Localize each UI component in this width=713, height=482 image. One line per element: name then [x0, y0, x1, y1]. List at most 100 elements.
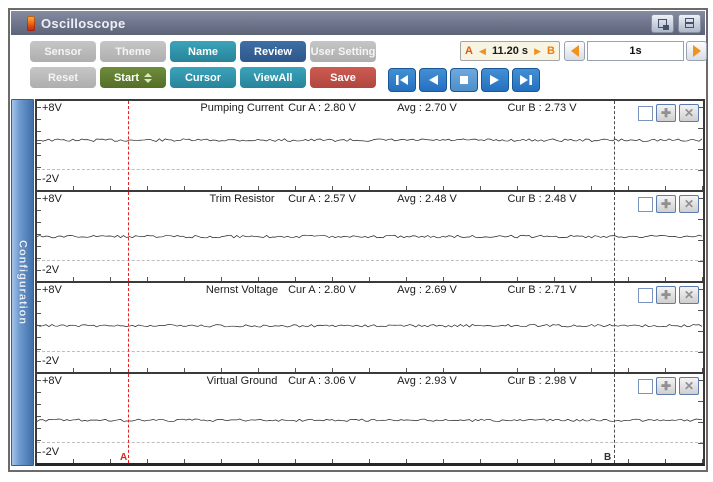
- zero-gridline: [37, 350, 703, 352]
- waveform-trace: [37, 234, 703, 239]
- titlebar: Oscilloscope: [11, 11, 705, 35]
- channel-panel-virtual-ground: +8V Virtual Ground Cur A : 3.06 V Avg : …: [37, 372, 703, 463]
- zoom-channel-button[interactable]: ✚: [656, 104, 676, 122]
- channel-select-checkbox[interactable]: [638, 378, 653, 394]
- cursor-b-tag: B: [547, 45, 555, 57]
- cursor-b-line[interactable]: [614, 101, 615, 190]
- close-channel-button[interactable]: ✕: [679, 104, 699, 122]
- cursor-a-line[interactable]: [128, 283, 129, 372]
- tile-windows-button[interactable]: [678, 13, 701, 33]
- viewall-button[interactable]: ViewAll: [240, 67, 306, 88]
- theme-button[interactable]: Theme: [100, 41, 166, 62]
- step-back-button[interactable]: [419, 68, 447, 92]
- y-min-label: -2V: [42, 264, 60, 276]
- cursor-a-line[interactable]: [128, 192, 129, 281]
- cursor-a-value: Cur A : 2.80 V: [288, 284, 356, 296]
- main-area: Configuration +8V Pumping Current Cur A …: [11, 99, 705, 468]
- configuration-tab[interactable]: Configuration: [11, 99, 34, 466]
- zoom-channel-button[interactable]: ✚: [656, 286, 676, 304]
- y-max-label: +8V: [42, 375, 62, 387]
- cursor-a-line[interactable]: [128, 101, 129, 190]
- plus-icon: ✚: [660, 106, 672, 120]
- left-axis-ticks: [37, 289, 41, 366]
- user-setting-button[interactable]: User Setting: [310, 41, 376, 62]
- y-min-label: -2V: [42, 355, 60, 367]
- cursor-b-marker[interactable]: B: [604, 452, 611, 463]
- zero-gridline: [37, 259, 703, 261]
- average-value: Avg : 2.69 V: [397, 284, 457, 296]
- tile-windows-icon: [685, 18, 694, 28]
- sensor-button[interactable]: Sensor: [30, 41, 96, 62]
- skip-to-end-button[interactable]: [512, 68, 540, 92]
- play-icon: [490, 75, 499, 85]
- waveform-trace: [37, 418, 703, 422]
- cursor-a-value: Cur A : 2.80 V: [288, 102, 356, 114]
- y-min-label: -2V: [42, 173, 60, 185]
- review-button[interactable]: Review: [240, 41, 306, 62]
- left-axis-ticks: [37, 380, 41, 457]
- play-button[interactable]: [481, 68, 509, 92]
- reset-button[interactable]: Reset: [30, 67, 96, 88]
- channel-panel-pumping-current: +8V Pumping Current Cur A : 2.80 V Avg :…: [37, 101, 703, 190]
- y-max-label: +8V: [42, 284, 62, 296]
- y-min-label: -2V: [42, 446, 60, 458]
- close-channel-button[interactable]: ✕: [679, 377, 699, 395]
- average-value: Avg : 2.93 V: [397, 375, 457, 387]
- start-button[interactable]: Start: [100, 67, 166, 88]
- start-spinner-icon: [144, 72, 153, 83]
- channel-select-checkbox[interactable]: [638, 105, 653, 121]
- skip-to-end-icon: [520, 75, 532, 85]
- skip-to-start-button[interactable]: [388, 68, 416, 92]
- close-icon: ✕: [683, 106, 695, 120]
- start-button-label: Start: [113, 71, 140, 84]
- step-back-icon: [429, 75, 438, 85]
- channel-panels: +8V Pumping Current Cur A : 2.80 V Avg :…: [35, 99, 705, 466]
- left-axis-ticks: [37, 107, 41, 184]
- ab-time-value: 11.20 s: [491, 45, 529, 57]
- channel-select-checkbox[interactable]: [638, 196, 653, 212]
- window-title: Oscilloscope: [41, 15, 126, 31]
- app-icon: [27, 15, 35, 31]
- name-button[interactable]: Name: [170, 41, 236, 62]
- y-max-label: +8V: [42, 102, 62, 114]
- zoom-channel-button[interactable]: ✚: [656, 377, 676, 395]
- cursor-a-value: Cur A : 3.06 V: [288, 375, 356, 387]
- channel-panel-nernst-voltage: +8V Nernst Voltage Cur A : 2.80 V Avg : …: [37, 281, 703, 372]
- close-icon: ✕: [683, 288, 695, 302]
- zoom-channel-button[interactable]: ✚: [656, 195, 676, 213]
- configuration-tab-label: Configuration: [16, 239, 29, 326]
- left-axis-ticks: [37, 198, 41, 275]
- restore-window-button[interactable]: [651, 13, 674, 33]
- timebase-increase-button[interactable]: [686, 41, 707, 61]
- cursor-b-line[interactable]: [614, 374, 615, 463]
- plus-icon: ✚: [660, 197, 672, 211]
- timebase-value[interactable]: 1s: [587, 41, 684, 61]
- cursor-b-line[interactable]: [614, 283, 615, 372]
- cursor-b-line[interactable]: [614, 192, 615, 281]
- cursor-a-line[interactable]: [128, 374, 129, 463]
- close-channel-button[interactable]: ✕: [679, 195, 699, 213]
- save-button[interactable]: Save: [310, 67, 376, 88]
- oscilloscope-window: Oscilloscope Sensor Theme Name Review Us…: [8, 8, 708, 472]
- cursor-button[interactable]: Cursor: [170, 67, 236, 88]
- channel-select-checkbox[interactable]: [638, 287, 653, 303]
- skip-to-start-icon: [396, 75, 408, 85]
- close-channel-button[interactable]: ✕: [679, 286, 699, 304]
- stop-button[interactable]: [450, 68, 478, 92]
- plus-icon: ✚: [660, 379, 672, 393]
- y-max-label: +8V: [42, 193, 62, 205]
- right-arrow-icon: ▶: [534, 45, 541, 56]
- stop-icon: [460, 76, 468, 84]
- cursor-a-tag: A: [465, 45, 473, 57]
- channel-panel-trim-resistor: +8V Trim Resistor Cur A : 2.57 V Avg : 2…: [37, 190, 703, 281]
- cursor-a-marker[interactable]: A: [120, 452, 127, 463]
- cursor-b-value: Cur B : 2.71 V: [507, 284, 577, 296]
- close-icon: ✕: [683, 379, 695, 393]
- restore-window-icon: [658, 18, 669, 30]
- plus-icon: ✚: [660, 288, 672, 302]
- cursor-b-value: Cur B : 2.73 V: [507, 102, 577, 114]
- average-value: Avg : 2.48 V: [397, 193, 457, 205]
- timebase-decrease-button[interactable]: [564, 41, 585, 61]
- cursor-a-value: Cur A : 2.57 V: [288, 193, 356, 205]
- average-value: Avg : 2.70 V: [397, 102, 457, 114]
